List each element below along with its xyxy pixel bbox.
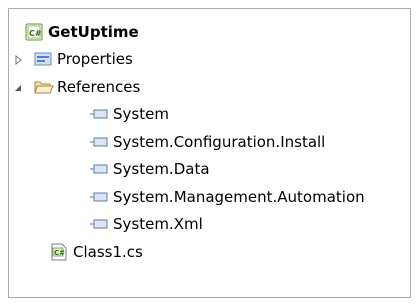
reference-label: System.Data	[113, 160, 210, 178]
assembly-reference-icon	[90, 192, 108, 202]
file-label: Class1.cs	[73, 243, 143, 261]
assembly-reference-icon	[90, 219, 108, 229]
references-label: References	[57, 78, 141, 96]
assembly-reference-icon	[90, 109, 108, 119]
properties-label: Properties	[57, 50, 133, 68]
csharp-file-icon: C#	[51, 243, 67, 261]
reference-label: System.Configuration.Install	[113, 133, 326, 151]
reference-label: System.Xml	[113, 215, 203, 233]
csharp-project-icon: C#	[25, 23, 43, 41]
assembly-reference-icon	[90, 164, 108, 174]
properties-folder-icon	[34, 52, 52, 66]
svg-text:C#: C#	[29, 29, 42, 38]
open-folder-icon	[34, 81, 54, 94]
reference-label: System	[113, 105, 169, 123]
svg-text:C#: C#	[54, 249, 65, 257]
expand-arrow-icon[interactable]	[13, 55, 23, 65]
collapse-arrow-icon[interactable]	[13, 83, 23, 93]
solution-explorer-tree: C# GetUptime Properties References Syste…	[8, 8, 411, 298]
project-label: GetUptime	[48, 23, 139, 41]
reference-label: System.Management.Automation	[113, 188, 365, 206]
assembly-reference-icon	[90, 137, 108, 147]
